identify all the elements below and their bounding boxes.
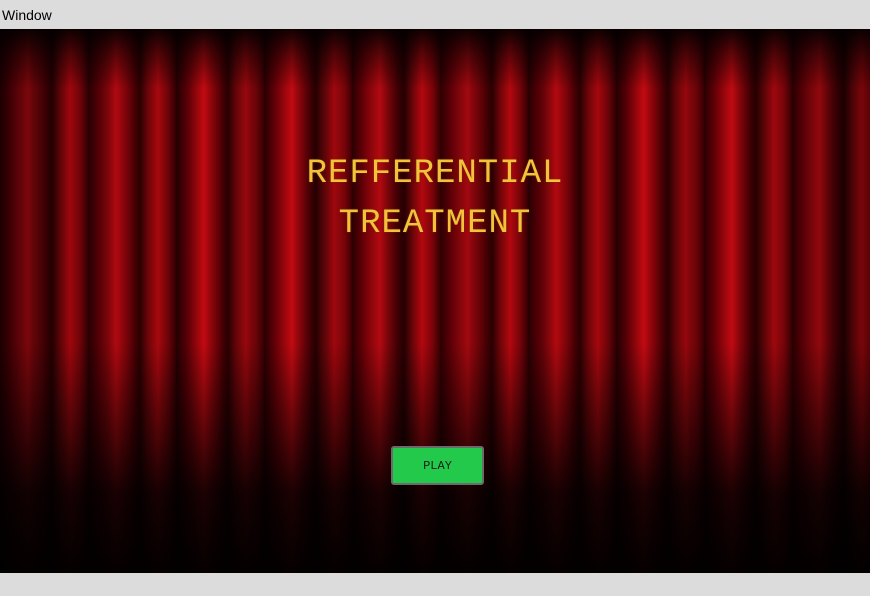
window-titlebar: Window	[0, 0, 870, 29]
play-button[interactable]: PLAY	[391, 446, 484, 485]
window-title: Window	[2, 6, 52, 23]
game-stage: REFFERENTIAL TREATMENT PLAY	[0, 29, 870, 573]
game-title-line-1: REFFERENTIAL	[306, 155, 564, 193]
game-title: REFFERENTIAL TREATMENT	[0, 149, 870, 249]
app-window: Window REFFERENTIAL TREATMENT PLAY	[0, 0, 870, 596]
game-title-line-2: TREATMENT	[338, 205, 532, 243]
window-bottom-bar	[0, 573, 870, 596]
stage-side-shadow	[0, 29, 870, 573]
